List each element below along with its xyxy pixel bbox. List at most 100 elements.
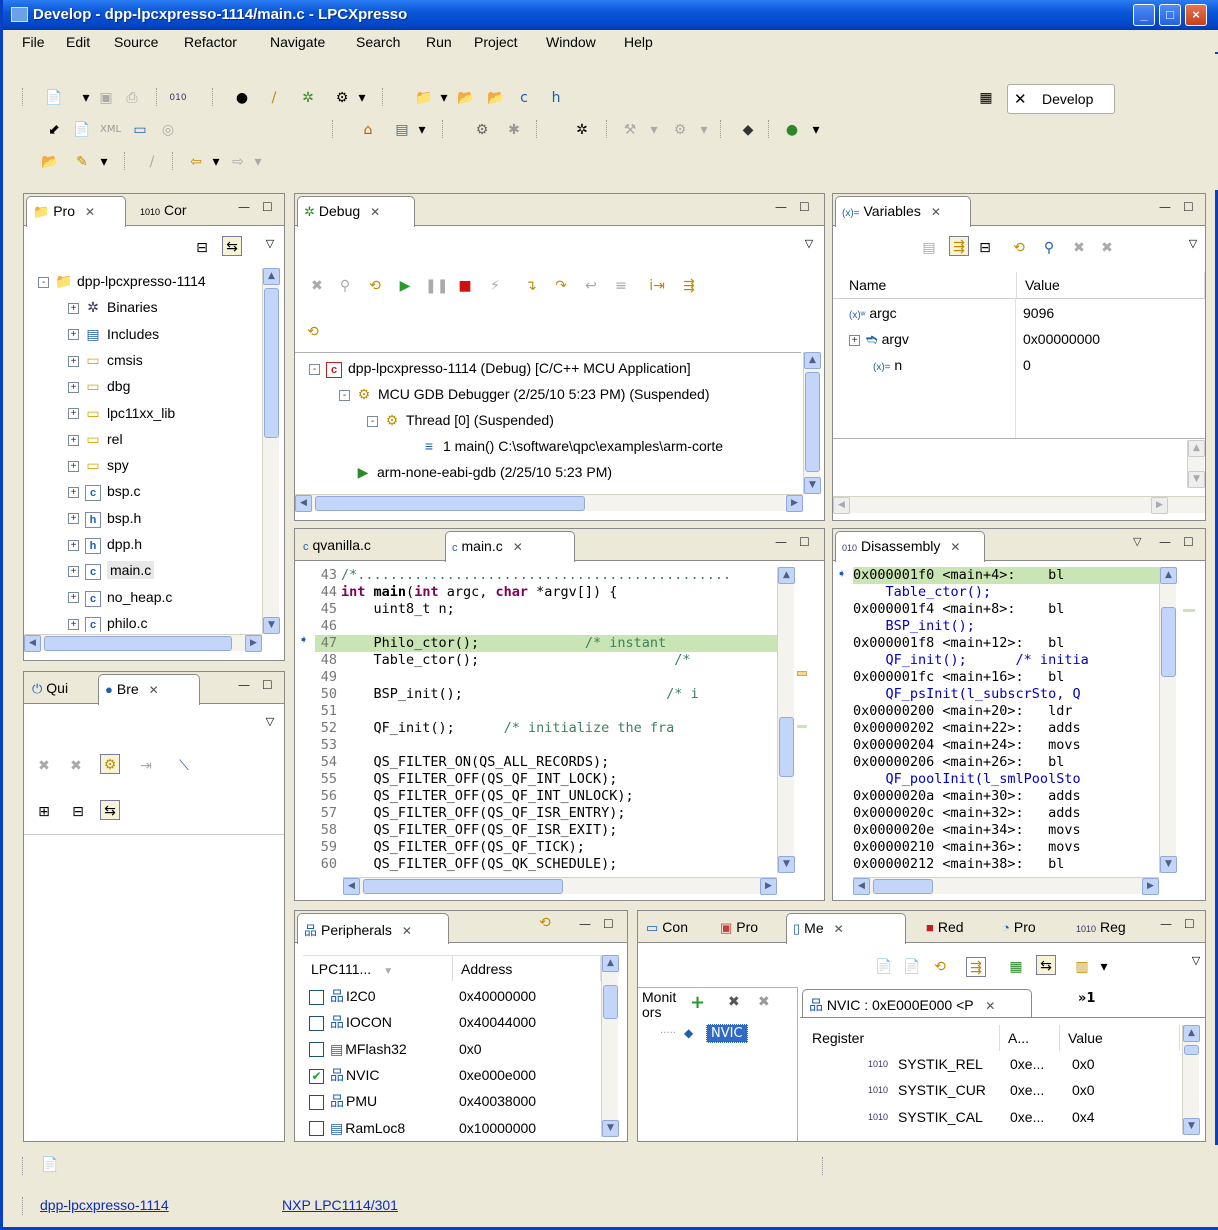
scroll-left-icon[interactable]: ◀	[295, 495, 312, 512]
editor-scrollbar[interactable]: ▲ ▼	[777, 567, 795, 873]
open-project-icon[interactable]: 📂	[40, 152, 60, 172]
scroll-right-icon[interactable]: ▶	[760, 878, 777, 895]
tree-item[interactable]: - 📁 dpp-lpcxpresso-1114	[38, 268, 206, 294]
scroll-left-icon[interactable]: ◀	[853, 878, 870, 895]
maximize-icon[interactable]: ☐	[262, 678, 273, 692]
expand-icon[interactable]: +	[68, 618, 79, 630]
scroll-right-icon[interactable]: ▶	[786, 495, 803, 512]
tab-core-registers[interactable]: 1010 Cor	[134, 196, 193, 226]
scroll-up-icon[interactable]: ▲	[1188, 440, 1205, 457]
chevron-down-icon[interactable]: ▾	[412, 120, 432, 140]
scroll-up-icon[interactable]: ▲	[1160, 567, 1177, 584]
debug-tree-hscrollbar[interactable]: ◀ ▶	[295, 494, 803, 512]
register-row[interactable]: 1010 SYSTIK_CAL 0xe... 0x4	[800, 1104, 1180, 1130]
show-supported-icon[interactable]: ⚙	[100, 754, 120, 774]
xml-icon[interactable]: XML	[100, 120, 121, 140]
register-row[interactable]: 1010 SYSTIK_CUR 0xe... 0x0	[800, 1077, 1180, 1103]
minimize-icon[interactable]: —	[775, 200, 787, 214]
debug-tree-item[interactable]: - ⚙ Thread [0] (Suspended)	[367, 407, 554, 433]
debug-tree-item[interactable]: ▶ arm-none-eabi-gdb (2/25/10 5:23 PM)	[355, 459, 612, 485]
open-folder-icon[interactable]: 📂	[456, 88, 476, 108]
folder-icon[interactable]: ▭	[130, 120, 150, 140]
close-icon[interactable]: ✕	[85, 205, 95, 219]
project-tree-hscrollbar[interactable]: ◀ ▶	[24, 634, 262, 652]
tree-item[interactable]: + h dpp.h	[68, 531, 142, 557]
peripheral-checkbox[interactable]	[309, 1121, 324, 1137]
expand-icon[interactable]: +	[68, 566, 79, 578]
scroll-up-icon[interactable]: ▲	[778, 567, 795, 584]
remove-all-icon[interactable]: ✖	[1097, 238, 1117, 258]
disassembly-scrollbar[interactable]: ▲ ▼	[1159, 567, 1177, 873]
save-icon[interactable]: ▣	[96, 88, 116, 108]
column-header-value[interactable]: Value	[1017, 272, 1205, 298]
fast-view-icon[interactable]: 📄	[40, 1155, 60, 1175]
new-project-icon[interactable]: 📄	[72, 120, 92, 140]
chevron-down-icon[interactable]: ▾	[94, 152, 114, 172]
scroll-right-icon[interactable]: ▶	[1142, 878, 1159, 895]
hammer-icon[interactable]: ⚒	[620, 120, 640, 140]
variables-hscrollbar[interactable]: ◀ ▶	[833, 496, 1205, 514]
var-row-argv[interactable]: + ➬ argv	[849, 326, 909, 352]
open-perspective-icon[interactable]: ▦	[976, 88, 996, 108]
minimize-button[interactable]: _	[1133, 4, 1155, 26]
scroll-left-icon[interactable]: ◀	[24, 635, 41, 652]
expand-icon[interactable]: +	[68, 487, 79, 499]
code-editor[interactable]: 43/*....................................…	[315, 567, 777, 873]
tree-item[interactable]: + ▭ dbg	[68, 373, 130, 399]
new-h-file-icon[interactable]: h	[546, 88, 566, 108]
folder-c-icon[interactable]: 📂	[486, 88, 506, 108]
peripheral-checkbox[interactable]	[309, 1042, 324, 1058]
remove-icon[interactable]: ✖	[1069, 238, 1089, 258]
scroll-thumb[interactable]	[603, 985, 618, 1019]
maximize-icon[interactable]: ☐	[262, 200, 273, 214]
link-editor-icon[interactable]: ⇆	[100, 800, 120, 820]
scroll-thumb[interactable]	[805, 372, 820, 472]
edit-icon[interactable]: /	[142, 152, 162, 172]
external-tools-icon[interactable]: ⚙	[332, 88, 352, 108]
variables-detail-scrollbar[interactable]: ▲ ▼	[1187, 440, 1205, 488]
expand-all-icon[interactable]: ⊞	[34, 802, 54, 822]
print-icon[interactable]: ⎙	[122, 88, 142, 108]
menu-run[interactable]: Run	[426, 34, 452, 50]
view-menu-icon[interactable]: ▽	[799, 234, 819, 254]
column-header-peripheral[interactable]: LPC111... ▼	[303, 955, 453, 981]
menu-refactor[interactable]: Refactor	[184, 34, 237, 50]
tab-quickstart[interactable]: ⏻ Qui	[26, 674, 74, 704]
refresh-icon[interactable]: ⟲	[539, 915, 551, 931]
scroll-thumb[interactable]	[44, 636, 232, 651]
menu-source[interactable]: Source	[114, 34, 158, 50]
maximize-icon[interactable]: ☐	[799, 535, 810, 549]
maximize-icon[interactable]: ☐	[603, 917, 614, 931]
layout-icon[interactable]: ▥	[1072, 957, 1092, 977]
tree-item[interactable]: + c main.c	[68, 557, 155, 583]
tab-disassembly[interactable]: 010 Disassembly ✕	[835, 531, 985, 562]
scroll-down-icon[interactable]: ▼	[602, 1120, 619, 1137]
scroll-up-icon[interactable]: ▲	[263, 268, 280, 285]
peripheral-row[interactable]: ▤ RamLoc8 0x10000000	[309, 1115, 599, 1141]
board-icon[interactable]: ▤	[392, 120, 412, 140]
overview-marker[interactable]	[797, 671, 807, 676]
minimize-icon[interactable]: —	[238, 678, 250, 692]
peripheral-row[interactable]: ✔ 品 NVIC 0xe000e000	[309, 1062, 599, 1088]
column-header-register[interactable]: Register	[804, 1025, 1000, 1051]
scroll-down-icon[interactable]: ▼	[778, 856, 795, 873]
scroll-up-icon[interactable]: ▲	[1183, 1025, 1200, 1042]
refresh-icon[interactable]: ⟲	[930, 957, 950, 977]
tree-item[interactable]: + c bsp.c	[68, 478, 140, 504]
tab-debug[interactable]: ✲ Debug ✕	[297, 196, 415, 227]
collapse-all-icon[interactable]: ⊟	[192, 238, 212, 258]
bug-icon[interactable]: ✲	[572, 120, 592, 140]
menu-project[interactable]: Project	[474, 34, 518, 50]
debug-bug-icon[interactable]: ✲	[298, 88, 318, 108]
debug-tree-scrollbar[interactable]: ▲ ▼	[803, 352, 821, 494]
minimize-icon[interactable]: —	[1159, 535, 1171, 549]
step-into-icon[interactable]: ↴	[521, 276, 541, 296]
register-scrollbar[interactable]: ▲ ▼	[1182, 1025, 1200, 1135]
tab-qvanilla-c[interactable]: c qvanilla.c	[297, 531, 377, 561]
scroll-down-icon[interactable]: ▼	[1160, 856, 1177, 873]
suspend-icon[interactable]: ❚❚	[425, 276, 448, 296]
scroll-down-icon[interactable]: ▼	[263, 617, 280, 634]
tree-item[interactable]: + ▭ lpc11xx_lib	[68, 400, 175, 426]
tab-main-c[interactable]: c main.c ✕	[445, 531, 575, 562]
expand-icon[interactable]: +	[68, 329, 79, 341]
